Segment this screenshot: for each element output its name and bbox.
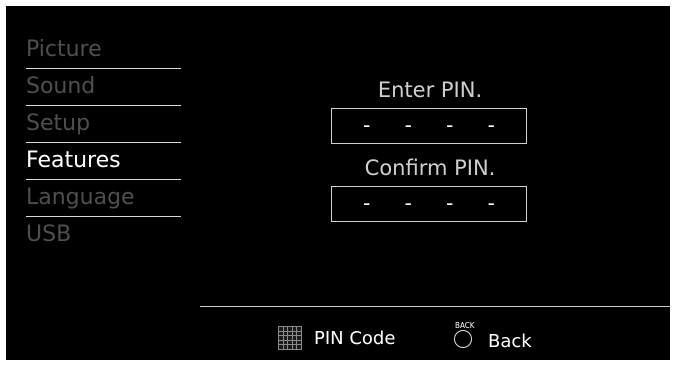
menu-item-sound[interactable]: Sound	[26, 69, 181, 106]
pin-digit: -	[446, 191, 454, 215]
pin-digit: -	[487, 191, 495, 215]
menu-item-label: Picture	[26, 37, 102, 62]
back-label: Back	[488, 330, 532, 352]
pin-code-hint[interactable]: PIN Code	[278, 326, 395, 350]
footer-divider	[200, 306, 670, 307]
pin-digit: -	[446, 113, 454, 137]
menu-item-label: Setup	[26, 111, 91, 136]
enter-pin-prompt: Enter PIN.	[377, 78, 483, 102]
back-hint[interactable]: BACK Back	[452, 322, 532, 352]
menu-item-label: Language	[26, 185, 135, 210]
back-button-icon: BACK	[452, 322, 476, 352]
pin-code-label: PIN Code	[314, 327, 396, 349]
menu-item-label: USB	[26, 222, 72, 247]
menu-item-language[interactable]: Language	[26, 180, 181, 217]
menu-item-usb[interactable]: USB	[26, 217, 181, 254]
keypad-icon	[278, 326, 302, 350]
menu-item-label: Features	[26, 148, 121, 173]
pin-digit: -	[363, 113, 371, 137]
sidebar-menu: Picture Sound Setup Features Language US…	[26, 32, 181, 254]
pin-digit: -	[404, 191, 412, 215]
pin-digit: -	[404, 113, 412, 137]
menu-item-label: Sound	[26, 74, 96, 99]
pin-digit: -	[363, 191, 371, 215]
pin-digit: -	[487, 113, 495, 137]
menu-item-picture[interactable]: Picture	[26, 32, 181, 69]
confirm-pin-field[interactable]: - - - -	[331, 186, 527, 222]
enter-pin-field[interactable]: - - - -	[331, 108, 527, 144]
menu-item-setup[interactable]: Setup	[26, 106, 181, 143]
confirm-pin-prompt: Confirm PIN.	[364, 156, 496, 180]
back-icon-text: BACK	[455, 321, 475, 330]
tv-menu-screen: Picture Sound Setup Features Language US…	[6, 6, 670, 360]
menu-item-features[interactable]: Features	[26, 143, 181, 180]
